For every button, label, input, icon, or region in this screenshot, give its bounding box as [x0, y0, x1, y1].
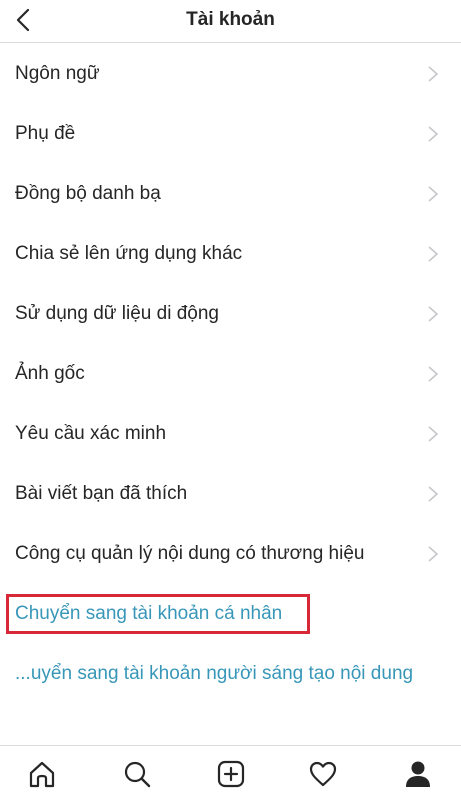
chevron-right-icon: [428, 66, 439, 82]
heart-icon: [309, 761, 337, 787]
menu-item-contacts-sync[interactable]: Đồng bộ danh bạ: [0, 164, 461, 224]
switch-to-personal-label: Chuyển sang tài khoản cá nhân: [15, 603, 283, 624]
tab-search[interactable]: [117, 754, 157, 794]
app-header: Tài khoản: [0, 0, 461, 43]
chevron-right-icon: [428, 366, 439, 382]
bottom-tab-bar: [0, 745, 461, 800]
switch-to-personal-link[interactable]: Chuyển sang tài khoản cá nhân: [0, 584, 461, 644]
search-icon: [124, 761, 151, 788]
menu-item-label: Bài viết bạn đã thích: [15, 483, 188, 504]
switch-to-creator-label: ...uyển sang tài khoản người sáng tạo nộ…: [15, 663, 414, 684]
menu-item-original-photos[interactable]: Ảnh gốc: [0, 344, 461, 404]
tab-profile[interactable]: [398, 754, 438, 794]
chevron-right-icon: [428, 546, 439, 562]
home-icon: [29, 761, 55, 788]
tab-activity[interactable]: [303, 754, 343, 794]
menu-item-label: Công cụ quản lý nội dung có thương hiệu: [15, 543, 365, 564]
chevron-right-icon: [428, 126, 439, 142]
menu-item-label: Ngôn ngữ: [15, 63, 100, 84]
menu-item-branded-content[interactable]: Công cụ quản lý nội dung có thương hiệu: [0, 524, 461, 584]
chevron-right-icon: [428, 306, 439, 322]
tab-home[interactable]: [22, 754, 62, 794]
menu-item-subtitles[interactable]: Phụ đề: [0, 104, 461, 164]
menu-item-share-apps[interactable]: Chia sẻ lên ứng dụng khác: [0, 224, 461, 284]
menu-item-label: Yêu cầu xác minh: [15, 423, 167, 444]
menu-item-label: Sử dụng dữ liệu di động: [15, 303, 219, 324]
page-title: Tài khoản: [186, 9, 275, 30]
menu-item-request-verification[interactable]: Yêu cầu xác minh: [0, 404, 461, 464]
chevron-right-icon: [428, 426, 439, 442]
tab-new-post[interactable]: [211, 754, 251, 794]
chevron-right-icon: [428, 486, 439, 502]
profile-icon: [406, 761, 430, 787]
menu-item-label: Chia sẻ lên ứng dụng khác: [15, 243, 243, 264]
switch-to-creator-link[interactable]: ...uyển sang tài khoản người sáng tạo nộ…: [0, 644, 461, 704]
menu-item-label: Ảnh gốc: [15, 363, 85, 384]
menu-item-cellular-data[interactable]: Sử dụng dữ liệu di động: [0, 284, 461, 344]
menu-item-language[interactable]: Ngôn ngữ: [0, 44, 461, 104]
menu-item-liked-posts[interactable]: Bài viết bạn đã thích: [0, 464, 461, 524]
menu-item-label: Đồng bộ danh bạ: [15, 183, 161, 204]
add-post-icon: [217, 760, 245, 788]
chevron-right-icon: [428, 186, 439, 202]
menu-item-label: Phụ đề: [15, 123, 76, 144]
settings-menu: Ngôn ngữ Phụ đề Đồng bộ danh bạ Chia sẻ …: [0, 44, 461, 704]
chevron-right-icon: [428, 246, 439, 262]
